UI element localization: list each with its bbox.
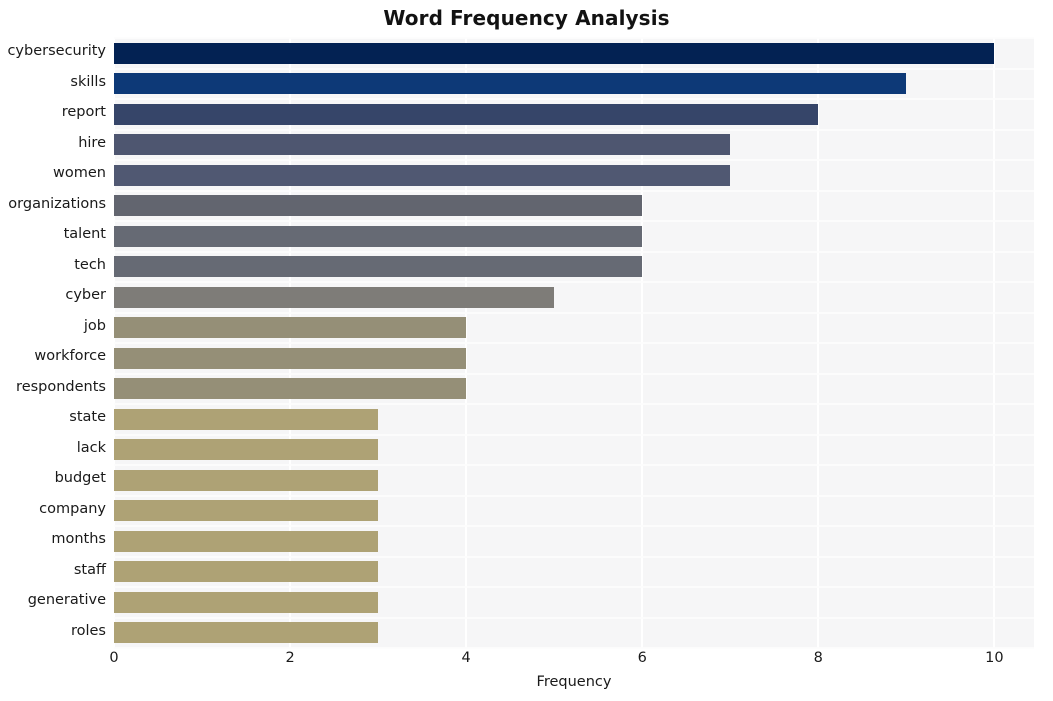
bar-lack	[114, 439, 379, 461]
y-axis-tick-labels: cybersecurity skills report hire women organi…	[0, 38, 106, 648]
y-tick-label-staff: staff	[73, 561, 106, 578]
x-tick-label-8: 8	[813, 650, 823, 666]
bar-row	[114, 103, 1034, 125]
bar-talent	[114, 225, 643, 247]
bar-staff	[114, 561, 379, 583]
bar-row	[114, 195, 1034, 217]
bar-tech	[114, 256, 643, 278]
y-tick-label-respondents: respondents	[16, 378, 106, 395]
y-tick-label-report: report	[61, 104, 106, 121]
bar-company	[114, 500, 379, 522]
bar-row	[114, 622, 1034, 644]
bar-skills	[114, 73, 907, 95]
bar-row	[114, 347, 1034, 369]
x-axis-title: Frequency	[536, 674, 612, 690]
x-tick-label-2: 2	[285, 650, 295, 666]
bar-row	[114, 317, 1034, 339]
chart-title: Word Frequency Analysis	[383, 6, 670, 30]
y-tick-label-roles: roles	[70, 622, 106, 639]
bar-row	[114, 561, 1034, 583]
bar-row	[114, 134, 1034, 156]
x-tick-label-6: 6	[637, 650, 647, 666]
y-tick-label-months: months	[51, 531, 106, 548]
bar-row	[114, 378, 1034, 400]
bar-row	[114, 530, 1034, 552]
bar-row	[114, 286, 1034, 308]
bars-layer	[114, 38, 1034, 648]
bar-row	[114, 591, 1034, 613]
y-tick-label-women: women	[53, 165, 106, 182]
x-tick-label-10: 10	[985, 650, 1004, 666]
bar-women	[114, 164, 731, 186]
y-tick-label-company: company	[39, 500, 106, 517]
plot-area	[113, 37, 1034, 649]
bar-cyber	[114, 286, 555, 308]
x-tick-label-4: 4	[461, 650, 471, 666]
bar-budget	[114, 469, 379, 491]
bar-row	[114, 408, 1034, 430]
y-tick-label-budget: budget	[54, 470, 106, 487]
bar-row	[114, 73, 1034, 95]
y-tick-label-state: state	[69, 409, 106, 426]
bar-workforce	[114, 347, 467, 369]
bar-state	[114, 408, 379, 430]
y-tick-label-hire: hire	[78, 134, 106, 151]
y-tick-label-skills: skills	[70, 73, 106, 90]
bar-row	[114, 256, 1034, 278]
bar-hire	[114, 134, 731, 156]
y-tick-label-cybersecurity: cybersecurity	[7, 43, 106, 60]
y-tick-label-tech: tech	[74, 256, 106, 273]
bar-respondents	[114, 378, 467, 400]
bar-row	[114, 500, 1034, 522]
y-tick-label-workforce: workforce	[34, 348, 106, 365]
x-tick-label-0: 0	[109, 650, 119, 666]
y-tick-label-job: job	[83, 317, 106, 334]
x-axis-tick-labels: 0 2 4 6 8 10	[0, 650, 1053, 674]
y-tick-label-organizations: organizations	[8, 195, 106, 212]
bar-job	[114, 317, 467, 339]
bar-months	[114, 530, 379, 552]
bar-roles	[114, 622, 379, 644]
bar-row	[114, 439, 1034, 461]
bar-row	[114, 225, 1034, 247]
bar-organizations	[114, 195, 643, 217]
bar-row	[114, 164, 1034, 186]
y-tick-label-cyber: cyber	[65, 287, 106, 304]
bar-cybersecurity	[114, 42, 995, 64]
bar-row	[114, 42, 1034, 64]
bar-row	[114, 469, 1034, 491]
y-tick-label-talent: talent	[63, 226, 106, 243]
y-tick-label-generative: generative	[27, 592, 106, 609]
y-tick-label-lack: lack	[76, 439, 106, 456]
bar-report	[114, 103, 819, 125]
word-frequency-chart-figure: Word Frequency Analysis cybersecurity ski…	[0, 0, 1053, 701]
bar-generative	[114, 591, 379, 613]
